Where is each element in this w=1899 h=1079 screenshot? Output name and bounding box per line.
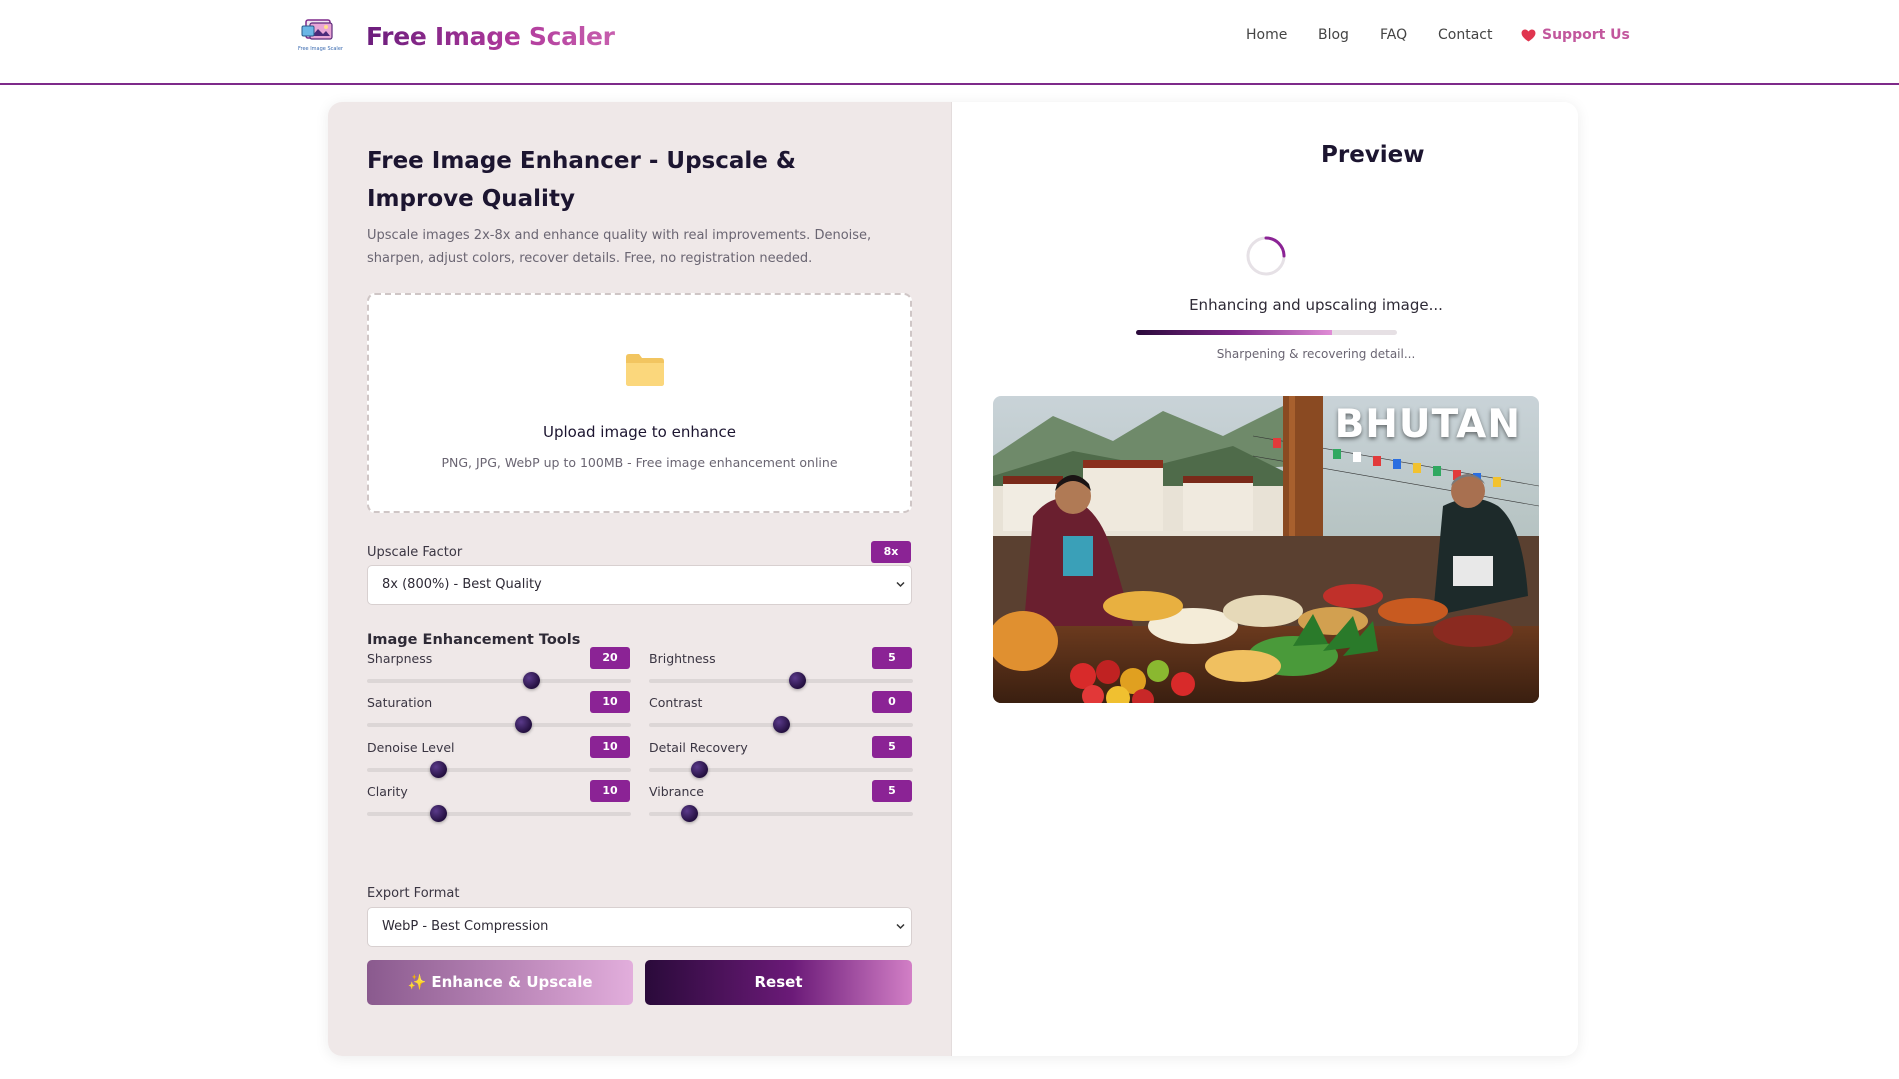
slider-thumb[interactable] <box>430 761 448 778</box>
slider-label: Detail Recovery <box>649 740 748 755</box>
chevron-down-icon <box>896 581 905 588</box>
slider-track[interactable] <box>649 761 913 778</box>
nav-blog[interactable]: Blog <box>1318 27 1349 43</box>
slider-label: Saturation <box>367 695 433 710</box>
slider-value-badge: 5 <box>872 647 912 669</box>
export-format-select[interactable]: WebP - Best Compression <box>367 907 912 947</box>
slider-value-badge: 5 <box>872 780 912 802</box>
slider-track[interactable] <box>367 805 631 822</box>
slider-value-badge: 5 <box>872 736 912 758</box>
logo-text: Free Image Scaler <box>298 46 344 52</box>
slider-label: Denoise Level <box>367 740 455 755</box>
slider-value-badge: 10 <box>590 780 630 802</box>
slider-track[interactable] <box>367 761 631 778</box>
loading-spinner-icon <box>1246 236 1286 276</box>
slider-thumb[interactable] <box>680 805 698 822</box>
support-label: Support Us <box>1542 27 1630 43</box>
slider-label: Vibrance <box>649 784 704 799</box>
preview-title: Preview <box>1321 142 1425 168</box>
slider-track[interactable] <box>649 672 913 689</box>
upscale-factor-select[interactable]: 8x (800%) - Best Quality <box>367 565 912 605</box>
nav-support-us[interactable]: Support Us <box>1521 27 1630 43</box>
enhance-upscale-button[interactable]: ✨ Enhance & Upscale <box>367 960 633 1005</box>
slider-thumb[interactable] <box>773 716 790 733</box>
upload-title: Upload image to enhance <box>542 423 737 441</box>
export-format-label: Export Format <box>367 886 460 901</box>
chevron-down-icon <box>896 923 905 930</box>
photo-caption: BHUTAN <box>1334 402 1521 447</box>
slider-value-badge: 0 <box>872 691 912 713</box>
slider-track[interactable] <box>649 716 913 733</box>
controls-panel: Free Image Enhancer - Upscale & Improve … <box>328 102 952 1056</box>
preview-image: BHUTAN <box>993 396 1539 703</box>
loading-status: Enhancing and upscaling image... <box>1189 296 1443 314</box>
slider-thumb[interactable] <box>430 805 448 822</box>
slider-label: Sharpness <box>367 651 433 666</box>
progress-fill <box>1136 330 1332 335</box>
upscale-factor-badge: 8x <box>871 541 911 563</box>
nav-faq[interactable]: FAQ <box>1380 27 1407 43</box>
upload-hint: PNG, JPG, WebP up to 100MB - Free image … <box>441 455 838 470</box>
export-format-value: WebP - Best Compression <box>382 919 549 934</box>
upscale-factor-label: Upscale Factor <box>367 545 463 560</box>
nav-contact[interactable]: Contact <box>1438 27 1492 43</box>
progress-bar <box>1136 330 1397 335</box>
slider-track[interactable] <box>367 672 631 689</box>
slider-label: Clarity <box>367 784 408 799</box>
progress-status: Sharpening & recovering detail... <box>1216 347 1416 361</box>
logo-icon[interactable]: Free Image Scaler <box>296 18 344 54</box>
page-subtitle: Upscale images 2x-8x and enhance quality… <box>367 228 872 266</box>
page-title: Free Image Enhancer - Upscale & Improve … <box>367 148 796 212</box>
brand-name[interactable]: Free Image Scaler <box>366 22 615 51</box>
slider-label: Contrast <box>649 695 703 710</box>
slider-thumb[interactable] <box>691 761 709 778</box>
site-header: Free Image Scaler Free Image Scaler Home… <box>0 0 1899 85</box>
heart-icon <box>1521 28 1536 42</box>
enhancement-tools-title: Image Enhancement Tools <box>367 632 581 648</box>
slider-thumb[interactable] <box>788 672 806 689</box>
nav-home[interactable]: Home <box>1246 27 1287 43</box>
slider-label: Brightness <box>649 651 716 666</box>
slider-value-badge: 10 <box>590 736 630 758</box>
slider-thumb[interactable] <box>522 672 540 689</box>
folder-icon <box>626 354 664 386</box>
upscale-factor-value: 8x (800%) - Best Quality <box>382 577 542 592</box>
upload-dropzone[interactable]: Upload image to enhance PNG, JPG, WebP u… <box>367 293 912 513</box>
reset-button[interactable]: Reset <box>645 960 912 1005</box>
slider-track[interactable] <box>649 805 913 822</box>
slider-value-badge: 20 <box>590 647 630 669</box>
slider-thumb[interactable] <box>514 716 532 733</box>
slider-value-badge: 10 <box>590 691 630 713</box>
slider-track[interactable] <box>367 716 631 733</box>
